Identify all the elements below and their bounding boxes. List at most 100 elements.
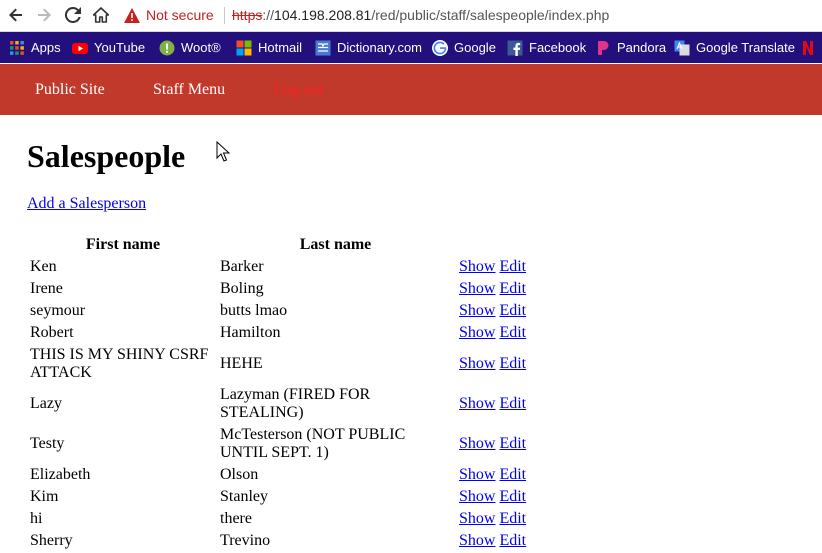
bookmark-pandora[interactable]: Pandora [595,39,666,56]
spacer-cell [454,385,456,423]
reload-icon [65,7,81,23]
google-icon [432,39,448,56]
add-salesperson-link[interactable]: Add a Salesperson [27,195,146,213]
url-host: 104.198.208.81 [274,7,372,23]
last-name-cell: butts lmao [220,302,288,319]
page-title: Salespeople [27,138,186,174]
actions-cell: Show Edit [458,465,527,485]
first-name-cell: Irene [30,280,63,297]
first-name-cell: seymour [30,302,86,319]
first-name-cell: Ken [30,258,57,275]
warning-triangle-icon [124,8,140,23]
spacer-cell [454,323,456,343]
url-separator: :// [262,7,275,23]
bookmark-label: Pandora [617,40,667,55]
bookmarks-bar: Apps YouTube Woot® Hotmail Dictionary.co… [0,32,822,63]
spacer-cell [454,487,456,507]
url-scheme: https [232,7,263,23]
bookmark-label: Facebook [529,40,587,55]
edit-link[interactable]: Edit [499,435,526,452]
show-link[interactable]: Show [459,395,495,412]
table-row: Ken Barker Show Edit [29,257,527,277]
spacer-cell [454,465,456,485]
reload-button[interactable] [62,4,84,26]
first-name-cell: Elizabeth [30,466,91,483]
table-row: Lazy Lazyman (FIRED FOR STEALING) Show Edi… [29,385,527,423]
edit-link[interactable]: Edit [499,395,526,412]
table-row: Sherry Trevino Show Edit [29,531,527,551]
bookmark-label: YouTube [94,40,146,55]
staff-menu-link[interactable]: Staff Menu [153,81,225,99]
show-link[interactable]: Show [459,355,495,372]
forward-button[interactable] [33,4,55,26]
actions-cell: Show Edit [458,487,527,507]
table-row: Irene Boling Show Edit [29,279,527,299]
first-name-cell: Sherry [30,532,73,549]
actions-cell: Show Edit [458,257,527,277]
edit-link[interactable]: Edit [499,302,526,319]
table-row: hi there Show Edit [29,509,527,529]
edit-link[interactable]: Edit [499,355,526,372]
bookmark-woot[interactable]: Woot® [159,39,221,56]
mouse-cursor-icon [216,141,230,162]
last-name-cell: HEHE [220,355,263,372]
bookmark-hotmail[interactable]: Hotmail [236,39,302,56]
show-link[interactable]: Show [459,324,495,341]
edit-link[interactable]: Edit [499,280,526,297]
first-name-cell: Kim [30,488,59,505]
edit-link[interactable]: Edit [499,466,526,483]
back-button[interactable] [5,4,27,26]
bookmark-netflix[interactable] [800,39,822,56]
browser-toolbar: Not secure https://104.198.208.81/red/pu… [0,0,822,32]
table-row: Kim Stanley Show Edit [29,487,527,507]
show-link[interactable]: Show [459,488,495,505]
first-name-cell: Lazy [30,395,62,412]
last-name-cell: Stanley [220,488,268,505]
show-link[interactable]: Show [459,466,495,483]
edit-link[interactable]: Edit [499,488,526,505]
show-link[interactable]: Show [459,510,495,527]
url-text: https://104.198.208.81/red/public/staff/… [232,3,609,28]
show-link[interactable]: Show [459,280,495,297]
actions-cell: Show Edit [458,531,527,551]
bookmark-youtube[interactable]: YouTube [72,39,145,56]
bookmark-google[interactable]: Google [432,39,496,56]
last-name-cell: Boling [220,280,264,297]
show-link[interactable]: Show [459,435,495,452]
address-bar[interactable]: Not secure https://104.198.208.81/red/pu… [118,3,822,28]
last-name-cell: McTesterson (NOT PUBLIC UNTIL SEPT. 1) [220,426,406,461]
bookmark-google-translate[interactable]: Google Translate [674,39,795,56]
netflix-icon [800,40,816,56]
bookmark-facebook[interactable]: Facebook [507,39,586,56]
show-link[interactable]: Show [459,302,495,319]
bookmark-label: Apps [31,40,61,55]
column-header-last-name: Last name [299,235,372,253]
actions-cell: Show Edit [458,385,527,423]
column-header-actions [458,234,527,255]
table-row: seymour butts lmao Show Edit [29,301,527,321]
show-link[interactable]: Show [459,532,495,549]
bookmark-apps[interactable]: Apps [9,39,61,56]
log-out-link[interactable]: Log out [274,81,324,99]
edit-link[interactable]: Edit [499,258,526,275]
show-link[interactable]: Show [459,258,495,275]
edit-link[interactable]: Edit [499,510,526,527]
spacer-cell [454,301,456,321]
public-site-link[interactable]: Public Site [35,81,105,99]
edit-link[interactable]: Edit [499,532,526,549]
last-name-cell: Hamilton [220,324,281,341]
spacer-cell [454,509,456,529]
dictionary-icon [315,40,331,56]
bookmark-dictionary[interactable]: Dictionary.com [315,39,422,56]
first-name-cell: Testy [30,435,65,452]
salespeople-table: First name Last name Ken Barker Show Edit I… [27,232,529,553]
spacer-cell [454,257,456,277]
home-button[interactable] [90,4,112,26]
column-header-first-name: First name [85,235,161,253]
table-header-row: First name Last name [29,234,527,255]
back-arrow-icon [9,8,22,22]
google-translate-icon [674,40,690,56]
last-name-cell: there [220,510,252,527]
table-row: Testy McTesterson (NOT PUBLIC UNTIL SEPT.… [29,425,527,463]
edit-link[interactable]: Edit [499,324,526,341]
